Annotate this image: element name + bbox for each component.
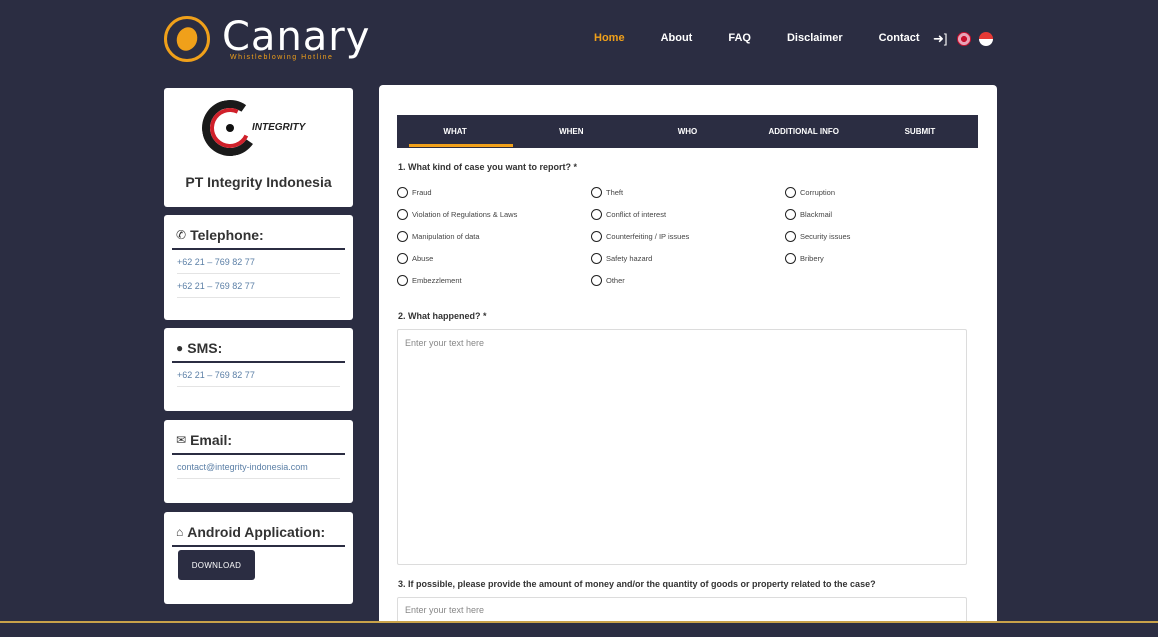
footer-bar xyxy=(0,621,1158,637)
option-bribery[interactable]: Bribery xyxy=(785,253,824,264)
question-case-type: 1. What kind of case you want to report?… xyxy=(398,162,578,172)
sms-card: ● SMS: +62 21 – 769 82 77 xyxy=(164,328,353,411)
radio-icon[interactable] xyxy=(397,275,408,286)
chat-icon: ● xyxy=(176,341,184,355)
radio-icon[interactable] xyxy=(591,209,602,220)
main-nav: Home About FAQ Disclaimer Contact xyxy=(594,32,956,44)
sms-title: SMS: xyxy=(187,340,223,356)
email-card: ✉ Email: contact@integrity-indonesia.com xyxy=(164,420,353,503)
company-name: PT Integrity Indonesia xyxy=(185,174,332,190)
radio-icon[interactable] xyxy=(397,253,408,264)
option-security[interactable]: Security issues xyxy=(785,231,850,242)
option-theft[interactable]: Theft xyxy=(591,187,623,198)
indonesia-flag-icon[interactable] xyxy=(979,32,993,46)
brand-tagline: Whistleblowing Hotline xyxy=(230,54,334,61)
android-card: ⌂ Android Application: DOWNLOAD xyxy=(164,512,353,604)
canary-bird-icon xyxy=(164,16,210,62)
radio-icon[interactable] xyxy=(785,231,796,242)
radio-icon[interactable] xyxy=(785,187,796,198)
telephone-card: ✆ Telephone: +62 21 – 769 82 77 +62 21 –… xyxy=(164,215,353,320)
step-submit[interactable]: SUBMIT xyxy=(862,115,978,148)
radio-icon[interactable] xyxy=(591,187,602,198)
radio-icon[interactable] xyxy=(785,209,796,220)
option-other[interactable]: Other xyxy=(591,275,625,286)
step-what[interactable]: WHAT xyxy=(397,115,514,148)
envelope-icon: ✉ xyxy=(176,433,187,447)
telephone-title: Telephone: xyxy=(190,227,264,243)
phone-icon: ✆ xyxy=(176,228,187,242)
telephone-number[interactable]: +62 21 – 769 82 77 xyxy=(177,274,340,298)
radio-icon[interactable] xyxy=(591,231,602,242)
step-additional-info[interactable]: ADDITIONAL INFO xyxy=(746,115,862,148)
nav-faq[interactable]: FAQ xyxy=(728,32,751,44)
radio-icon[interactable] xyxy=(591,275,602,286)
home-icon: ⌂ xyxy=(176,525,184,539)
option-counterfeiting[interactable]: Counterfeiting / IP issues xyxy=(591,231,689,242)
nav-contact[interactable]: Contact xyxy=(879,32,920,44)
login-icon[interactable]: ➜] xyxy=(933,31,949,47)
android-title: Android Application: xyxy=(187,524,326,540)
radio-icon[interactable] xyxy=(397,231,408,242)
option-conflict[interactable]: Conflict of interest xyxy=(591,209,666,220)
step-tabs: WHAT WHEN WHO ADDITIONAL INFO SUBMIT xyxy=(397,115,978,148)
integrity-logo: INTEGRITY xyxy=(197,95,314,161)
nav-home[interactable]: Home xyxy=(594,32,625,44)
option-violation[interactable]: Violation of Regulations & Laws xyxy=(397,209,517,220)
question-what-happened: 2. What happened? * xyxy=(398,311,487,321)
question-amount: 3. If possible, please provide the amoun… xyxy=(398,579,876,589)
what-happened-textarea[interactable]: Enter your text here xyxy=(397,329,967,565)
english-flag-icon[interactable] xyxy=(957,32,971,46)
download-button[interactable]: DOWNLOAD xyxy=(178,550,255,580)
option-safety[interactable]: Safety hazard xyxy=(591,253,652,264)
email-title: Email: xyxy=(190,432,233,448)
option-abuse[interactable]: Abuse xyxy=(397,253,433,264)
radio-icon[interactable] xyxy=(397,187,408,198)
sms-number[interactable]: +62 21 – 769 82 77 xyxy=(177,363,340,387)
option-corruption[interactable]: Corruption xyxy=(785,187,835,198)
option-embezzlement[interactable]: Embezzlement xyxy=(397,275,462,286)
telephone-number[interactable]: +62 21 – 769 82 77 xyxy=(177,250,340,274)
canary-logo[interactable]: Canary Whistleblowing Hotline xyxy=(164,14,369,64)
nav-about[interactable]: About xyxy=(661,32,693,44)
step-who[interactable]: WHO xyxy=(629,115,745,148)
report-form: WHAT WHEN WHO ADDITIONAL INFO SUBMIT 1. … xyxy=(379,85,997,625)
nav-disclaimer[interactable]: Disclaimer xyxy=(787,32,843,44)
company-card: INTEGRITY PT Integrity Indonesia xyxy=(164,88,353,207)
radio-icon[interactable] xyxy=(785,253,796,264)
option-blackmail[interactable]: Blackmail xyxy=(785,209,832,220)
option-manipulation[interactable]: Manipulation of data xyxy=(397,231,480,242)
option-fraud[interactable]: Fraud xyxy=(397,187,432,198)
radio-icon[interactable] xyxy=(397,209,408,220)
radio-icon[interactable] xyxy=(591,253,602,264)
email-address[interactable]: contact@integrity-indonesia.com xyxy=(177,455,340,479)
step-when[interactable]: WHEN xyxy=(513,115,629,148)
nav-icons: ➜] xyxy=(933,31,993,47)
